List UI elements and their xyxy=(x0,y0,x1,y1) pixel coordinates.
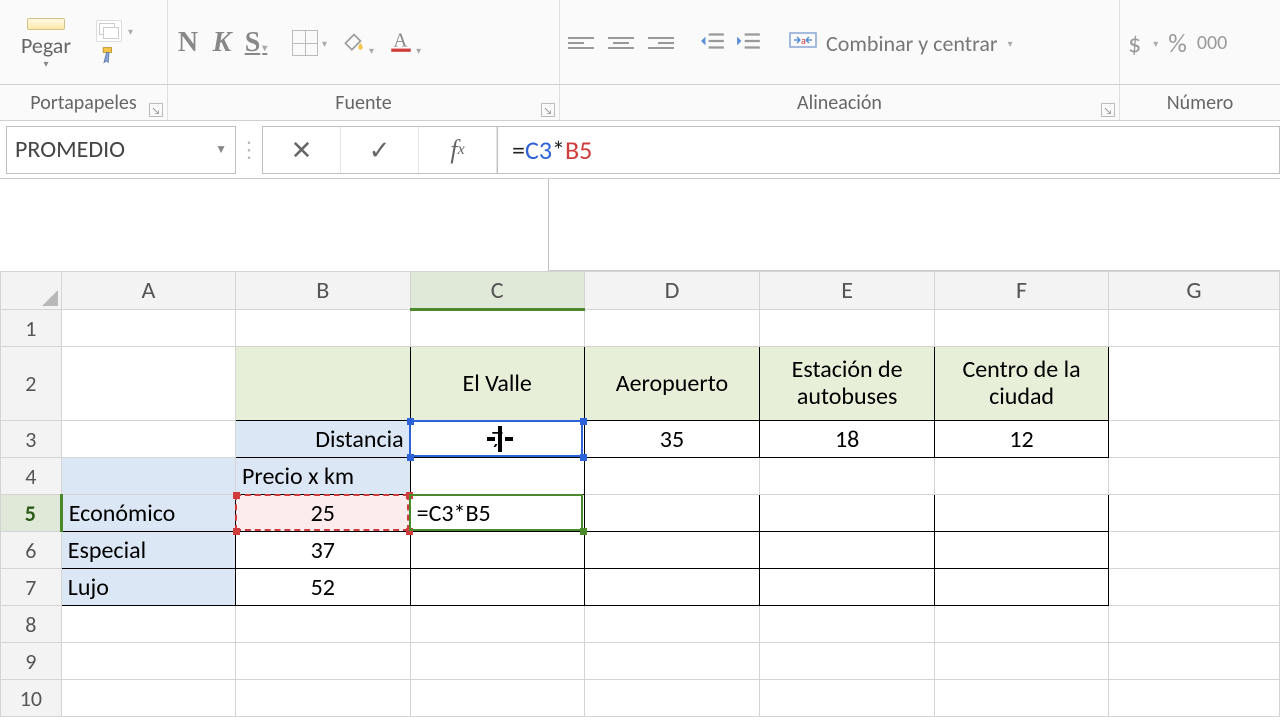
cell[interactable]: Lujo xyxy=(61,569,235,606)
col-header-E[interactable]: E xyxy=(760,272,935,310)
align-center-button[interactable] xyxy=(608,32,634,54)
col-header-B[interactable]: B xyxy=(236,272,411,310)
chevron-down-icon[interactable]: ▾ xyxy=(43,57,48,70)
row-header[interactable]: 10 xyxy=(1,680,62,717)
group-label-alignment: Alineación↘ xyxy=(560,85,1120,120)
group-font: N K S▾ ▾ ▾ A▾ xyxy=(168,0,560,84)
col-header-G[interactable]: G xyxy=(1109,272,1280,310)
chevron-down-icon[interactable]: ▼ xyxy=(215,142,227,157)
enter-formula-button[interactable]: ✓ xyxy=(341,127,419,173)
cell[interactable]: Distancia xyxy=(236,421,411,458)
col-header-D[interactable]: D xyxy=(584,272,759,310)
row-header[interactable]: 6 xyxy=(1,532,62,569)
borders-button[interactable]: ▾ xyxy=(292,30,327,56)
dialog-launcher-icon[interactable]: ↘ xyxy=(541,103,555,117)
column-header-row: A B C D E F G xyxy=(1,272,1280,310)
group-label-clipboard: Portapapeles↘ xyxy=(0,85,168,120)
cell[interactable] xyxy=(410,458,584,495)
row-header[interactable]: 3 xyxy=(1,421,62,458)
row-header[interactable]: 5 xyxy=(1,495,62,532)
worksheet-grid[interactable]: A B C D E F G 1 2 El Valle Aeropuerto Es… xyxy=(0,271,1280,717)
name-box[interactable]: PROMEDIO ▼ xyxy=(6,126,236,174)
cell[interactable]: Especial xyxy=(61,532,235,569)
merge-icon: a xyxy=(788,25,818,61)
format-painter-icon[interactable] xyxy=(96,44,122,66)
dialog-launcher-icon[interactable]: ↘ xyxy=(149,103,163,117)
align-right-button[interactable] xyxy=(648,32,674,54)
underline-button[interactable]: S▾ xyxy=(244,27,268,59)
align-left-button[interactable] xyxy=(568,32,594,54)
cell[interactable]: El Valle xyxy=(410,347,584,421)
cell-C5-editing[interactable]: =C3*B5 xyxy=(410,495,584,532)
cell[interactable]: 37 xyxy=(236,532,411,569)
cell[interactable]: 12 xyxy=(935,421,1109,458)
cell[interactable]: 52 xyxy=(236,569,411,606)
cell-C3[interactable]: 7 xyxy=(410,421,584,458)
group-clipboard: Pegar ▾ ▾ xyxy=(0,0,168,84)
formula-bar-row: PROMEDIO ▼ ⋮ ✕ ✓ fx =C3*B5 xyxy=(0,121,1280,179)
col-header-F[interactable]: F xyxy=(935,272,1109,310)
formula-input[interactable]: =C3*B5 xyxy=(497,126,1280,174)
cell[interactable]: Estación de autobuses xyxy=(760,347,935,421)
bold-button[interactable]: N xyxy=(176,27,200,59)
decrease-indent-button[interactable] xyxy=(700,30,726,57)
thousands-button[interactable]: 000 xyxy=(1197,31,1227,55)
cell[interactable]: Precio x km xyxy=(236,458,411,495)
formula-bar-expanded xyxy=(548,179,1280,271)
group-number: $▾ % 000 xyxy=(1120,0,1280,84)
dialog-launcher-icon[interactable]: ↘ xyxy=(1101,103,1115,117)
borders-icon xyxy=(292,30,318,56)
group-label-number: Número xyxy=(1120,85,1280,120)
paste-label: Pegar xyxy=(21,32,71,59)
clipboard-icon xyxy=(27,18,65,30)
ribbon-group-labels: Portapapeles↘ Fuente↘ Alineación↘ Número xyxy=(0,85,1280,121)
col-header-C[interactable]: C xyxy=(410,272,584,310)
row-header[interactable]: 8 xyxy=(1,606,62,643)
row-header[interactable]: 9 xyxy=(1,643,62,680)
row-header[interactable]: 7 xyxy=(1,569,62,606)
group-label-font: Fuente↘ xyxy=(168,85,560,120)
svg-text:A: A xyxy=(393,30,407,51)
cancel-formula-button[interactable]: ✕ xyxy=(263,127,341,173)
formula-controls: ✕ ✓ fx xyxy=(262,126,497,174)
cell[interactable] xyxy=(236,347,411,421)
divider-icon: ⋮ xyxy=(236,136,262,163)
cell[interactable] xyxy=(61,310,235,347)
cell-B5[interactable]: 25 xyxy=(236,495,411,532)
svg-text:a: a xyxy=(801,34,806,47)
paste-button[interactable]: Pegar ▾ xyxy=(8,16,84,70)
increase-indent-button[interactable] xyxy=(736,30,762,57)
col-header-A[interactable]: A xyxy=(61,272,235,310)
fx-button[interactable]: fx xyxy=(419,127,497,173)
cell[interactable]: 35 xyxy=(584,421,759,458)
merge-label: Combinar y centrar xyxy=(826,30,998,57)
cell[interactable]: Económico xyxy=(61,495,235,532)
ribbon: Pegar ▾ ▾ N K S▾ xyxy=(0,0,1280,85)
percent-button[interactable]: % xyxy=(1168,27,1187,59)
merge-center-button[interactable]: a Combinar y centrar ▾ xyxy=(788,25,1013,61)
row-header[interactable]: 1 xyxy=(1,310,62,347)
row-header[interactable]: 2 xyxy=(1,347,62,421)
cell[interactable]: Centro de la ciudad xyxy=(935,347,1109,421)
name-box-value: PROMEDIO xyxy=(15,135,125,164)
cell[interactable]: Aeropuerto xyxy=(584,347,759,421)
italic-button[interactable]: K xyxy=(210,27,234,59)
currency-button[interactable]: $ xyxy=(1128,27,1141,59)
cell[interactable]: 18 xyxy=(760,421,935,458)
row-header[interactable]: 4 xyxy=(1,458,62,495)
fill-color-button[interactable]: ▾ xyxy=(341,28,374,59)
copy-icon[interactable]: ▾ xyxy=(96,20,122,42)
font-color-button[interactable]: A▾ xyxy=(388,28,421,59)
group-alignment: a Combinar y centrar ▾ xyxy=(560,0,1120,84)
select-all-corner[interactable] xyxy=(1,272,62,310)
chevron-down-icon[interactable]: ▾ xyxy=(1008,37,1013,50)
